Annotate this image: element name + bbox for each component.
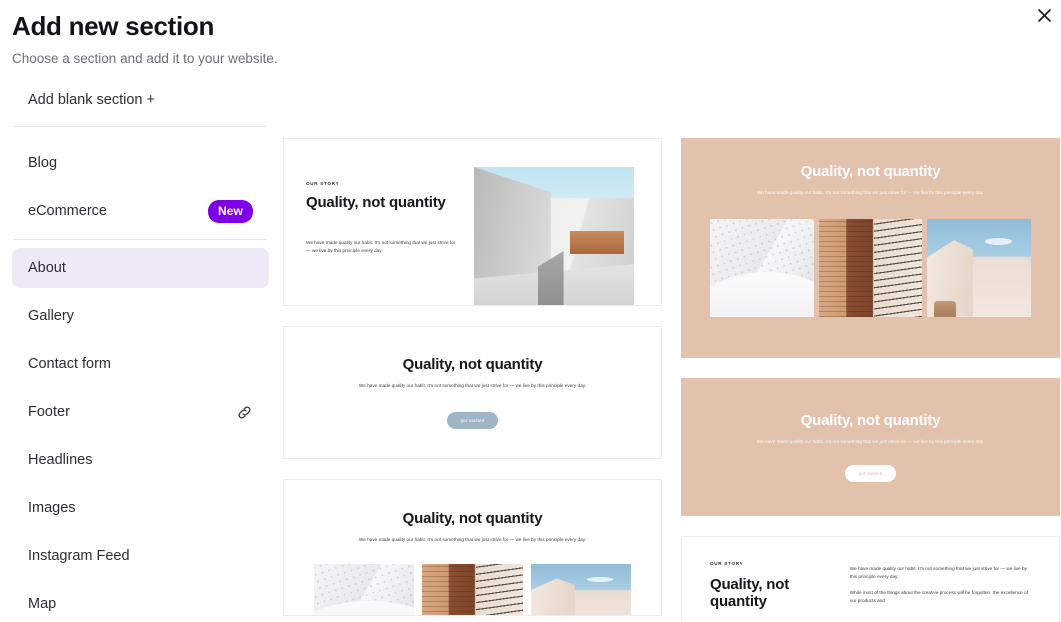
architecture-photo	[474, 167, 634, 305]
template-body: We have made quality our habit. It's not…	[306, 240, 456, 253]
template-column-right: Quality, not quantity We have made quali…	[681, 138, 1060, 622]
template-cta-button[interactable]: get started	[844, 465, 897, 483]
close-button[interactable]	[1031, 2, 1057, 28]
sidebar-gap-8	[12, 528, 269, 536]
template-body-paragraph-2: While most of the things about the creat…	[849, 590, 1028, 603]
template-text-block: OUR STORY Quality, not quantity We have …	[306, 167, 456, 254]
sidebar-gap-5	[12, 384, 269, 392]
sidebar-gap-9	[12, 576, 269, 584]
template-body-paragraph-1: We have made quality our habit. It's not…	[849, 566, 1027, 579]
sidebar-item-footer[interactable]: Footer	[12, 392, 269, 432]
sidebar-item-label: About	[28, 260, 66, 276]
close-icon	[1037, 8, 1051, 22]
sidebar-gap-6	[12, 432, 269, 440]
template-card-about-centered-cta[interactable]: Quality, not quantity We have made quali…	[283, 326, 662, 459]
template-card-about-peach-cta[interactable]: Quality, not quantity We have made quali…	[681, 378, 1060, 516]
page-title: Add new section	[12, 11, 215, 41]
template-image-row	[710, 218, 1032, 317]
template-text-block-right: We have made quality our habit. It's not…	[850, 561, 1031, 604]
template-card-about-two-column-text[interactable]: OUR STORY Quality, not quantity We have …	[681, 536, 1060, 622]
sidebar-item-label: Map	[28, 596, 57, 612]
sidebar-gap-4	[12, 336, 269, 344]
sidebar-item-label: eCommerce	[28, 203, 107, 219]
sidebar-divider-mid	[14, 239, 267, 240]
sidebar-item-label: Instagram Feed	[28, 548, 130, 564]
sidebar-item-label: Contact form	[28, 356, 111, 372]
template-image-sky	[530, 563, 631, 615]
template-body: We have made quality our habit. It's not…	[756, 438, 985, 444]
template-card-about-split-photo[interactable]: OUR STORY Quality, not quantity We have …	[283, 138, 662, 306]
template-heading: Quality, not quantity	[306, 194, 446, 211]
template-card-about-centered-gallery[interactable]: Quality, not quantity We have made quali…	[283, 479, 662, 616]
sidebar-item-instagram-feed[interactable]: Instagram Feed	[12, 536, 269, 576]
template-heading: Quality, not quantity	[800, 163, 941, 180]
template-image-sky	[927, 218, 1032, 317]
sidebar-item-images[interactable]: Images	[12, 488, 269, 528]
sidebar-gap-7	[12, 480, 269, 488]
sidebar-gap-1	[12, 135, 269, 143]
template-image-corridor	[474, 167, 634, 305]
sidebar-item-label: Footer	[28, 404, 70, 420]
sidebar-item-label: Images	[28, 500, 76, 516]
template-eyebrow: OUR STORY	[710, 561, 744, 566]
template-image-brick	[422, 563, 523, 615]
template-body: We have made quality our habit. It's not…	[358, 383, 587, 389]
template-text-block-left: OUR STORY Quality, not quantity	[710, 561, 830, 610]
template-cta-button[interactable]: get started	[446, 411, 499, 429]
template-body: We have made quality our habit. It's not…	[756, 190, 985, 195]
template-card-about-peach-gallery[interactable]: Quality, not quantity We have made quali…	[681, 138, 1060, 358]
add-blank-section-label: Add blank section +	[28, 92, 155, 108]
add-new-section-modal: Add new section Choose a section and add…	[0, 0, 1061, 622]
template-heading: Quality, not quantity	[402, 510, 543, 527]
template-gallery: OUR STORY Quality, not quantity We have …	[283, 138, 1061, 622]
sections-sidebar: Add blank section + Blog eCommerce New A…	[0, 82, 281, 622]
sidebar-gap-2	[12, 183, 269, 191]
sidebar-item-label: Headlines	[28, 452, 93, 468]
sidebar-item-label: Blog	[28, 155, 58, 171]
sidebar-item-headlines[interactable]: Headlines	[12, 440, 269, 480]
sidebar-item-contact-form[interactable]: Contact form	[12, 344, 269, 384]
template-image-curve	[710, 218, 814, 317]
template-heading: Quality, not quantity	[800, 411, 941, 429]
sidebar-item-label: Gallery	[28, 308, 74, 324]
sidebar-divider-top	[14, 126, 267, 127]
sidebar-item-blog[interactable]: Blog	[12, 143, 269, 183]
add-blank-section-button[interactable]: Add blank section +	[12, 82, 269, 118]
sidebar-gap-3	[12, 288, 269, 296]
modal-header: Add new section Choose a section and add…	[0, 0, 1061, 68]
sidebar-item-ecommerce[interactable]: eCommerce New	[12, 191, 269, 231]
template-image-brick	[818, 218, 923, 317]
status-badge-new: New	[208, 199, 253, 223]
template-heading: Quality, not quantity	[402, 356, 543, 374]
template-eyebrow: OUR STORY	[306, 181, 340, 186]
page-subtitle: Choose a section and add it to your webs…	[12, 51, 278, 66]
sidebar-item-map[interactable]: Map	[12, 584, 269, 622]
link-icon[interactable]	[236, 404, 253, 421]
template-column-left: OUR STORY Quality, not quantity We have …	[283, 138, 662, 622]
template-body: We have made quality our habit. It's not…	[358, 537, 587, 542]
template-image-row	[314, 563, 631, 615]
template-image-curve	[314, 563, 415, 615]
sidebar-item-about[interactable]: About	[12, 248, 269, 288]
sidebar-item-gallery[interactable]: Gallery	[12, 296, 269, 336]
template-heading: Quality, not quantity	[710, 576, 789, 610]
